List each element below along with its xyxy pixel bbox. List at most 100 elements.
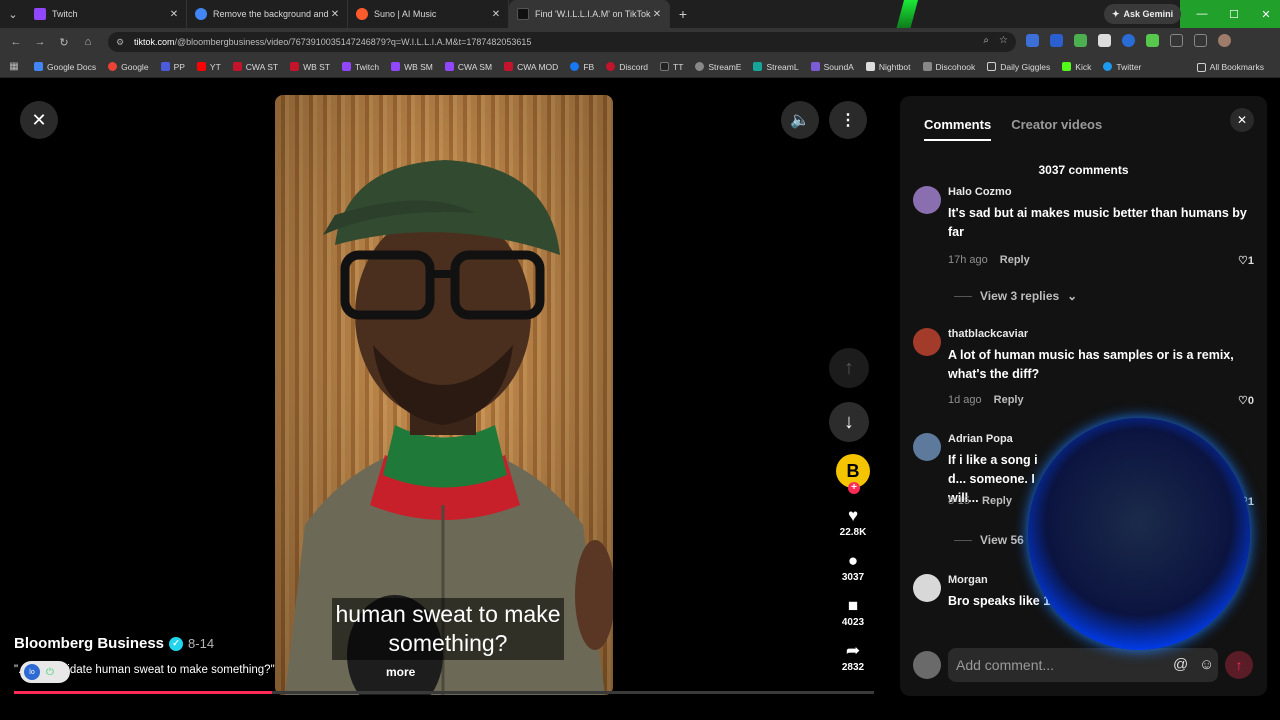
back-arrow-icon[interactable]: ←	[4, 28, 28, 56]
post-date: 8-14	[188, 636, 215, 651]
bookmark-sounda[interactable]: SoundA	[805, 56, 860, 78]
tab-comments[interactable]: Comments	[924, 117, 992, 141]
more-options-icon[interactable]: ⋮	[829, 101, 867, 139]
comment-button[interactable]: ● 3037	[832, 551, 874, 583]
tab-remove-background[interactable]: Remove the background and m ✕	[187, 0, 348, 28]
tiktok-favicon-icon	[517, 8, 529, 20]
reply-button[interactable]: Reply	[994, 394, 1024, 406]
all-bookmarks[interactable]: All Bookmarks	[1191, 56, 1270, 78]
creator-avatar[interactable]: B +	[836, 454, 870, 494]
commenter-name[interactable]: Morgan	[948, 574, 988, 586]
bookmark-tt[interactable]: TT	[654, 56, 689, 78]
comment-like[interactable]: ♡0	[1238, 394, 1254, 407]
bookmark-cwa-st[interactable]: CWA ST	[227, 56, 284, 78]
share-button[interactable]: ➦ 2832	[832, 641, 874, 673]
commenter-avatar[interactable]	[913, 574, 941, 602]
commenter-name[interactable]: Halo Cozmo	[948, 186, 1012, 198]
tab-search-icon[interactable]: ⌄	[0, 0, 26, 28]
bookmark-kick[interactable]: Kick	[1056, 56, 1097, 78]
bookmark-twitter[interactable]: Twitter	[1097, 56, 1147, 78]
bookmark-daily-giggles[interactable]: Daily Giggles	[981, 56, 1056, 78]
download-icon[interactable]	[1170, 34, 1183, 47]
previous-video-arrow-icon[interactable]: ↑	[829, 348, 869, 388]
extension-icon[interactable]	[1098, 34, 1111, 47]
video-progress-bar[interactable]	[14, 691, 874, 694]
creator-name[interactable]: Bloomberg Business	[14, 635, 164, 652]
like-button[interactable]: ♥ 22.8K	[832, 506, 874, 538]
tab-tiktok[interactable]: Find 'W.I.L.L.I.A.M' on TikTok ✕	[509, 0, 670, 28]
next-video-arrow-icon[interactable]: ↓	[829, 402, 869, 442]
bookmark-wb-sm[interactable]: WB SM	[385, 56, 439, 78]
bookmark-google-docs[interactable]: Google Docs	[28, 56, 102, 78]
bookmark-pp[interactable]: PP	[155, 56, 191, 78]
reload-icon[interactable]: ↻	[52, 28, 76, 56]
overlay-toggle[interactable]: lo ⏻	[20, 661, 70, 683]
share-arrow-icon: ➦	[845, 641, 861, 660]
extension-icon[interactable]	[1050, 34, 1063, 47]
maximize-icon[interactable]: ☐	[1218, 0, 1250, 28]
save-button[interactable]: ■ 4023	[832, 596, 874, 628]
bookmark-yt[interactable]: YT	[191, 56, 227, 78]
twitter-icon	[1103, 62, 1113, 71]
bookmark-label: PP	[173, 61, 185, 72]
commenter-avatar[interactable]	[913, 328, 941, 356]
bookmark-discohook[interactable]: Discohook	[917, 56, 982, 78]
tab-close-icon[interactable]: ✕	[490, 9, 502, 20]
send-arrow-icon[interactable]: ↑	[1225, 651, 1253, 679]
forward-arrow-icon[interactable]: →	[28, 28, 52, 56]
bookmark-star-icon[interactable]: ☆	[999, 35, 1008, 46]
reply-button[interactable]: Reply	[1000, 254, 1030, 266]
commenter-name[interactable]: Adrian Popa	[948, 433, 1013, 445]
bookmark-fb[interactable]: FB	[564, 56, 600, 78]
home-icon[interactable]: ⌂	[76, 28, 100, 56]
creator-info[interactable]: Bloomberg Business ✓ 8-14	[14, 635, 214, 652]
ask-gemini-button[interactable]: ✦ Ask Gemini	[1104, 4, 1182, 24]
tab-twitch[interactable]: Twitch ✕	[26, 0, 187, 28]
bookmark-discord[interactable]: Discord	[600, 56, 654, 78]
bookmark-streaml[interactable]: StreamL	[747, 56, 804, 78]
close-panel-icon[interactable]: ✕	[1230, 108, 1254, 132]
extension-icon[interactable]	[1146, 34, 1159, 47]
tab-close-icon[interactable]: ✕	[651, 9, 663, 20]
commenter-name[interactable]: thatblackcaviar	[948, 328, 1028, 340]
bookmark-google[interactable]: Google	[102, 56, 154, 78]
view-replies-button[interactable]: View 56	[954, 533, 1024, 547]
puzzle-icon[interactable]	[1194, 34, 1207, 47]
comment-bubble-icon: ●	[847, 551, 859, 570]
comment-like[interactable]: ♡1	[1238, 254, 1254, 267]
bookmark-cwa-mod[interactable]: CWA MOD	[498, 56, 564, 78]
commenter-avatar[interactable]	[913, 433, 941, 461]
tab-close-icon[interactable]: ✕	[329, 9, 341, 20]
bookmark-nightbot[interactable]: Nightbot	[860, 56, 917, 78]
bookmark-wb-st[interactable]: WB ST	[284, 56, 336, 78]
view-replies-button[interactable]: View 3 replies ⌄	[954, 289, 1077, 303]
reply-button[interactable]: Reply	[982, 495, 1012, 507]
follow-plus-icon[interactable]: +	[848, 482, 860, 494]
minimize-icon[interactable]: —	[1186, 0, 1218, 28]
extension-icon[interactable]	[1026, 34, 1039, 47]
more-description-link[interactable]: more	[386, 665, 415, 679]
profile-avatar[interactable]	[1218, 34, 1231, 47]
bookmark-streame[interactable]: StreamE	[689, 56, 747, 78]
tab-suno[interactable]: Suno | AI Music ✕	[348, 0, 509, 28]
new-tab-plus-icon[interactable]: +	[670, 6, 696, 22]
bookmark-cwa-sm[interactable]: CWA SM	[439, 56, 498, 78]
extension-icon[interactable]	[1122, 34, 1135, 47]
volume-icon[interactable]: 🔈	[781, 101, 819, 139]
site-info-icon[interactable]: ⚙	[116, 37, 128, 48]
apps-grid-icon[interactable]: ▦	[0, 56, 28, 78]
address-bar[interactable]: ⚙ tiktok.com /@bloombergbusiness/video/7…	[108, 32, 1016, 52]
bookmark-twitch[interactable]: Twitch	[336, 56, 385, 78]
tab-close-icon[interactable]: ✕	[168, 9, 180, 20]
mention-at-icon[interactable]: @	[1173, 656, 1188, 673]
zoom-icon[interactable]: ⌕	[983, 35, 989, 46]
emoji-icon[interactable]: ☺	[1199, 656, 1214, 673]
extension-icon[interactable]	[1074, 34, 1087, 47]
add-comment-row: @ ☺ ↑	[913, 648, 1258, 682]
close-window-icon[interactable]: ✕	[1250, 0, 1280, 28]
commenter-avatar[interactable]	[913, 186, 941, 214]
kick-icon	[1062, 62, 1072, 71]
close-player-icon[interactable]: ✕	[20, 101, 58, 139]
tab-creator-videos[interactable]: Creator videos	[1011, 117, 1102, 141]
bookmark-label: StreamL	[766, 61, 799, 72]
